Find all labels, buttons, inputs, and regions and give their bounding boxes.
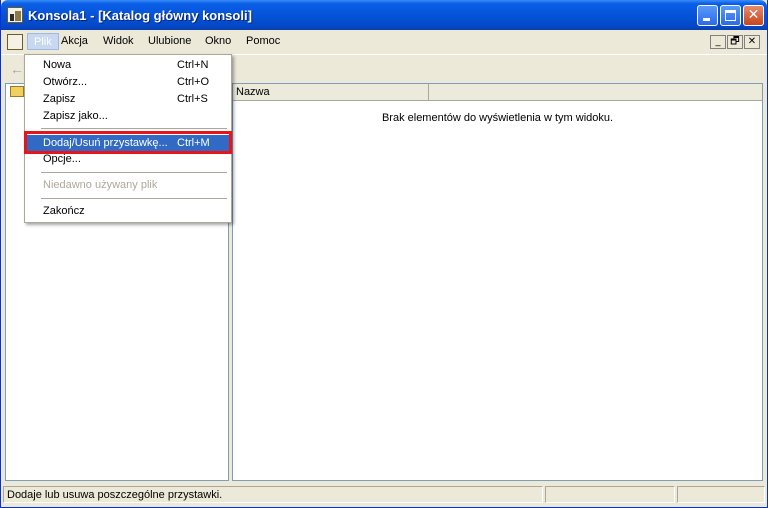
menu-item-label: Niedawno używany plik <box>43 179 158 191</box>
menu-separator <box>41 172 227 173</box>
mdi-restore-button[interactable]: 🗗 <box>727 35 743 49</box>
minimize-icon <box>703 18 710 21</box>
menu-item-label: Nowa <box>43 59 72 71</box>
menu-item-otworz[interactable]: Otwórz... Ctrl+O <box>27 74 229 91</box>
menu-pomoc[interactable]: Pomoc <box>240 33 286 50</box>
menu-item-zakoncz[interactable]: Zakończ <box>27 203 229 220</box>
status-bar: Dodaje lub usuwa poszczególne przystawki… <box>1 484 767 506</box>
menu-item-niedawno-uzywany-plik: Niedawno używany plik <box>27 177 229 194</box>
mmc-console-icon <box>7 7 23 23</box>
menu-okno[interactable]: Okno <box>199 33 237 50</box>
maximize-button[interactable] <box>720 5 741 26</box>
column-header-row: Nazwa <box>233 84 762 101</box>
menu-bar: Plik Akcja Widok Ulubione Okno Pomoc _ 🗗… <box>1 30 767 54</box>
menu-item-shortcut: Ctrl+O <box>177 76 210 88</box>
menu-item-zapisz[interactable]: Zapisz Ctrl+S <box>27 91 229 108</box>
menu-item-label: Zakończ <box>43 205 85 217</box>
back-arrow-icon[interactable]: ← <box>10 61 24 77</box>
menu-akcja[interactable]: Akcja <box>55 33 94 50</box>
menu-item-shortcut: Ctrl+N <box>177 59 209 71</box>
status-cell-2 <box>545 486 675 503</box>
menu-item-label: Otwórz... <box>43 76 88 88</box>
mdi-minimize-button[interactable]: _ <box>710 35 726 49</box>
menu-item-shortcut: Ctrl+S <box>177 93 208 105</box>
close-button[interactable]: ✕ <box>743 5 764 26</box>
mdi-close-button[interactable]: ✕ <box>744 35 760 49</box>
menu-separator <box>41 198 227 199</box>
menu-plik[interactable]: Plik <box>27 33 59 50</box>
minimize-button[interactable] <box>697 5 718 26</box>
column-header-nazwa[interactable]: Nazwa <box>233 84 429 100</box>
close-icon: ✕ <box>747 7 760 23</box>
list-view-pane[interactable]: Nazwa Brak elementów do wyświetlenia w t… <box>232 83 763 481</box>
menu-separator <box>41 128 227 129</box>
menu-item-label: Zapisz jako... <box>43 110 108 122</box>
console-menu-icon[interactable] <box>7 34 23 50</box>
folder-icon[interactable] <box>10 86 24 97</box>
menu-item-label: Zapisz <box>43 93 76 105</box>
window-title: Konsola1 - [Katalog główny konsoli] <box>28 8 252 23</box>
menu-item-zapisz-jako[interactable]: Zapisz jako... <box>27 108 229 125</box>
title-bar[interactable]: Konsola1 - [Katalog główny konsoli] ✕ <box>1 0 767 30</box>
status-cell-3 <box>677 486 765 503</box>
mmc-window: Konsola1 - [Katalog główny konsoli] ✕ Pl… <box>0 0 768 508</box>
annotation-highlight-box <box>24 131 232 154</box>
menu-item-nowa[interactable]: Nowa Ctrl+N <box>27 57 229 74</box>
status-text: Dodaje lub usuwa poszczególne przystawki… <box>3 486 543 503</box>
maximize-icon <box>725 10 736 21</box>
empty-list-message: Brak elementów do wyświetlenia w tym wid… <box>381 112 614 124</box>
menu-widok[interactable]: Widok <box>97 33 140 50</box>
menu-ulubione[interactable]: Ulubione <box>142 33 197 50</box>
